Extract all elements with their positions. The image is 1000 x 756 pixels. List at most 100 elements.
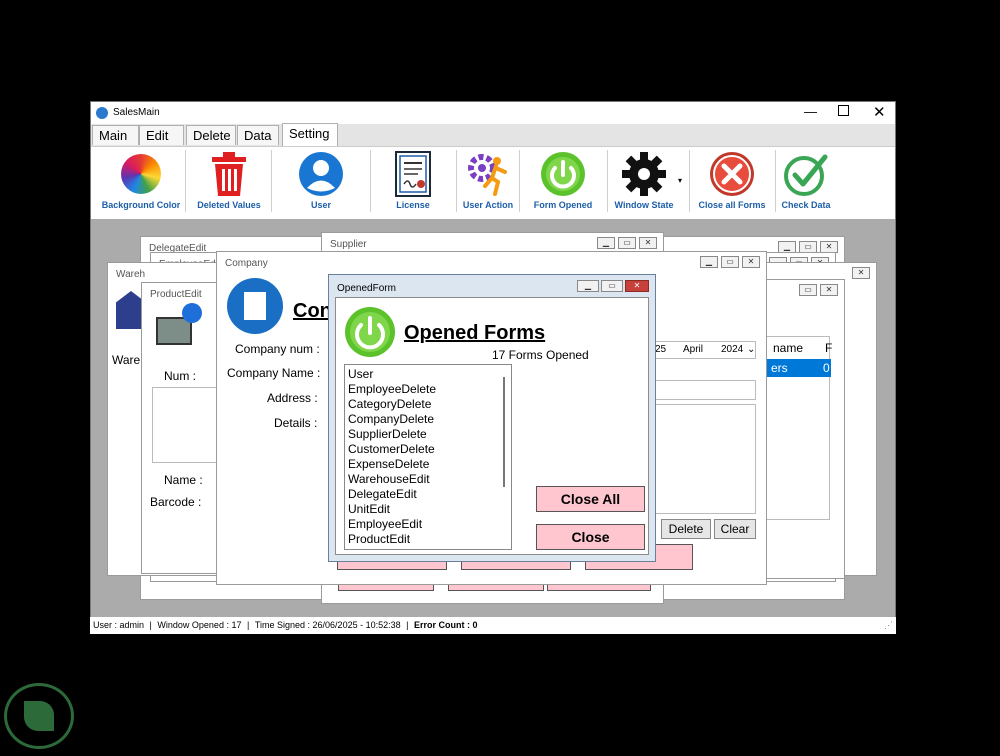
table-row[interactable]: ers 0	[767, 359, 831, 377]
title-bar: SalesMain — ✕	[91, 102, 895, 124]
list-item[interactable]: User	[345, 367, 511, 382]
tab-delete[interactable]: Delete	[186, 125, 236, 145]
toolbar-separator	[185, 150, 186, 212]
toolbar-separator	[775, 150, 776, 212]
pencil-icon	[182, 303, 202, 323]
data-grid-window[interactable]: ▭ ✕ name F ers 0	[765, 279, 845, 579]
tab-data[interactable]: Data	[237, 125, 279, 145]
tab-edit[interactable]: Edit	[139, 125, 184, 145]
status-separator: |	[149, 620, 152, 630]
clear-button[interactable]: Clear	[714, 519, 756, 539]
toolbar-separator	[519, 150, 520, 212]
maximize-button[interactable]	[838, 105, 849, 116]
window-controls: ✕	[852, 267, 870, 279]
minimize-button[interactable]: —	[804, 104, 817, 119]
power-icon	[538, 150, 588, 198]
delete-button[interactable]: Delete	[661, 519, 711, 539]
window-controls: ▁▭✕	[597, 237, 657, 249]
company-name-label: Company Name :	[227, 366, 321, 380]
close-button[interactable]: Close	[536, 524, 645, 550]
check-data-button[interactable]: Check Data	[778, 150, 834, 210]
dialog-title: OpenedForm	[337, 283, 396, 294]
company-num-label: Company num :	[235, 342, 320, 356]
building-icon	[227, 278, 283, 334]
user-action-button[interactable]: User Action	[460, 150, 516, 210]
close-window-button[interactable]: ✕	[873, 103, 886, 121]
window-state-button[interactable]: Window State	[610, 150, 678, 210]
details-label: Details :	[274, 416, 318, 430]
gear-icon	[619, 150, 669, 198]
product-image-box	[152, 387, 224, 463]
minimize-button[interactable]: ▁	[577, 280, 599, 292]
status-user: User : admin	[93, 620, 145, 630]
power-icon	[344, 306, 396, 358]
list-scrollbar[interactable]	[503, 377, 505, 487]
maximize-button[interactable]: ▭	[601, 280, 623, 292]
maximize-button[interactable]: ▭	[721, 256, 739, 268]
resize-grip-icon[interactable]: ⋰	[884, 620, 893, 631]
forms-count: 17 Forms Opened	[492, 348, 589, 362]
close-button[interactable]: ✕	[852, 267, 870, 279]
status-window-opened: Window Opened : 17	[157, 620, 242, 630]
chevron-down-icon[interactable]: ▾	[678, 176, 682, 185]
list-item[interactable]: CustomerDelete	[345, 442, 511, 457]
deleted-values-button[interactable]: Deleted Values	[192, 150, 266, 210]
app-icon	[96, 107, 108, 119]
maximize-button[interactable]: ▭	[799, 284, 817, 296]
license-button[interactable]: License	[378, 150, 448, 210]
background-color-button[interactable]: Background Color	[100, 150, 182, 210]
user-button[interactable]: User	[285, 150, 357, 210]
user-icon	[296, 150, 346, 198]
status-error-count: Error Count : 0	[414, 620, 478, 630]
address-input[interactable]	[655, 380, 756, 400]
list-item[interactable]: EmployeeEdit	[345, 517, 511, 532]
toolbar-label: Window State	[614, 200, 674, 210]
opened-form-dialog[interactable]: OpenedForm ▁ ▭ ✕ Opened Forms 17 Forms O…	[328, 274, 656, 562]
product-barcode-label: Barcode :	[150, 495, 202, 509]
toolbar-label: User	[310, 200, 331, 210]
form-opened-button[interactable]: Form Opened	[528, 150, 598, 210]
tab-main[interactable]: Main	[92, 125, 139, 145]
list-item[interactable]: SupplierDelete	[345, 427, 511, 442]
close-all-forms-button[interactable]: Close all Forms	[696, 150, 768, 210]
minimize-button[interactable]: ▁	[700, 256, 718, 268]
list-item[interactable]: DelegateEdit	[345, 487, 511, 502]
close-button[interactable]: ✕	[820, 284, 838, 296]
toolbar-label: Deleted Values	[197, 200, 261, 210]
warehouse-label: Ware	[112, 353, 141, 367]
product-name-label: Name :	[164, 473, 203, 487]
list-item[interactable]: ProductEdit	[345, 532, 511, 547]
date-picker[interactable]: 25 April 2024 ⌄	[652, 341, 756, 359]
list-item[interactable]: CompanyDelete	[345, 412, 511, 427]
list-items: User EmployeeDelete CategoryDelete CompanyD…	[345, 365, 511, 547]
toolbar-separator	[370, 150, 371, 212]
certificate-icon	[388, 150, 438, 198]
opened-forms-list[interactable]: User EmployeeDelete CategoryDelete CompanyD…	[344, 364, 512, 550]
list-item[interactable]: EmployeeDelete	[345, 382, 511, 397]
list-item[interactable]: UnitEdit	[345, 502, 511, 517]
toolbar-label: Form Opened	[533, 200, 593, 210]
window-controls: ▁▭✕	[700, 256, 760, 268]
details-input[interactable]	[655, 404, 756, 514]
list-item[interactable]: WarehouseEdit	[345, 472, 511, 487]
user-action-icon	[463, 150, 513, 198]
status-separator: |	[406, 620, 409, 630]
maximize-button[interactable]: ▭	[618, 237, 636, 249]
close-button[interactable]: ✕	[742, 256, 760, 268]
list-item[interactable]: ExpenseDelete	[345, 457, 511, 472]
toolbar-separator	[456, 150, 457, 212]
data-grid[interactable]: name F ers 0	[766, 336, 832, 520]
dialog-body: Opened Forms 17 Forms Opened User Employe…	[335, 297, 649, 555]
close-button[interactable]: ✕	[639, 237, 657, 249]
window-title: Company	[225, 258, 268, 269]
watermark-logo	[4, 683, 74, 749]
close-all-button[interactable]: Close All	[536, 486, 645, 512]
close-button[interactable]: ✕	[625, 280, 649, 292]
list-item[interactable]: CategoryDelete	[345, 397, 511, 412]
minimize-button[interactable]: ▁	[597, 237, 615, 249]
tab-setting[interactable]: Setting	[282, 123, 338, 146]
toolbar-label: License	[396, 200, 430, 210]
grid-header: name F	[767, 337, 832, 359]
company-heading: Con	[293, 300, 332, 322]
toolbar-label: Check Data	[781, 200, 831, 210]
